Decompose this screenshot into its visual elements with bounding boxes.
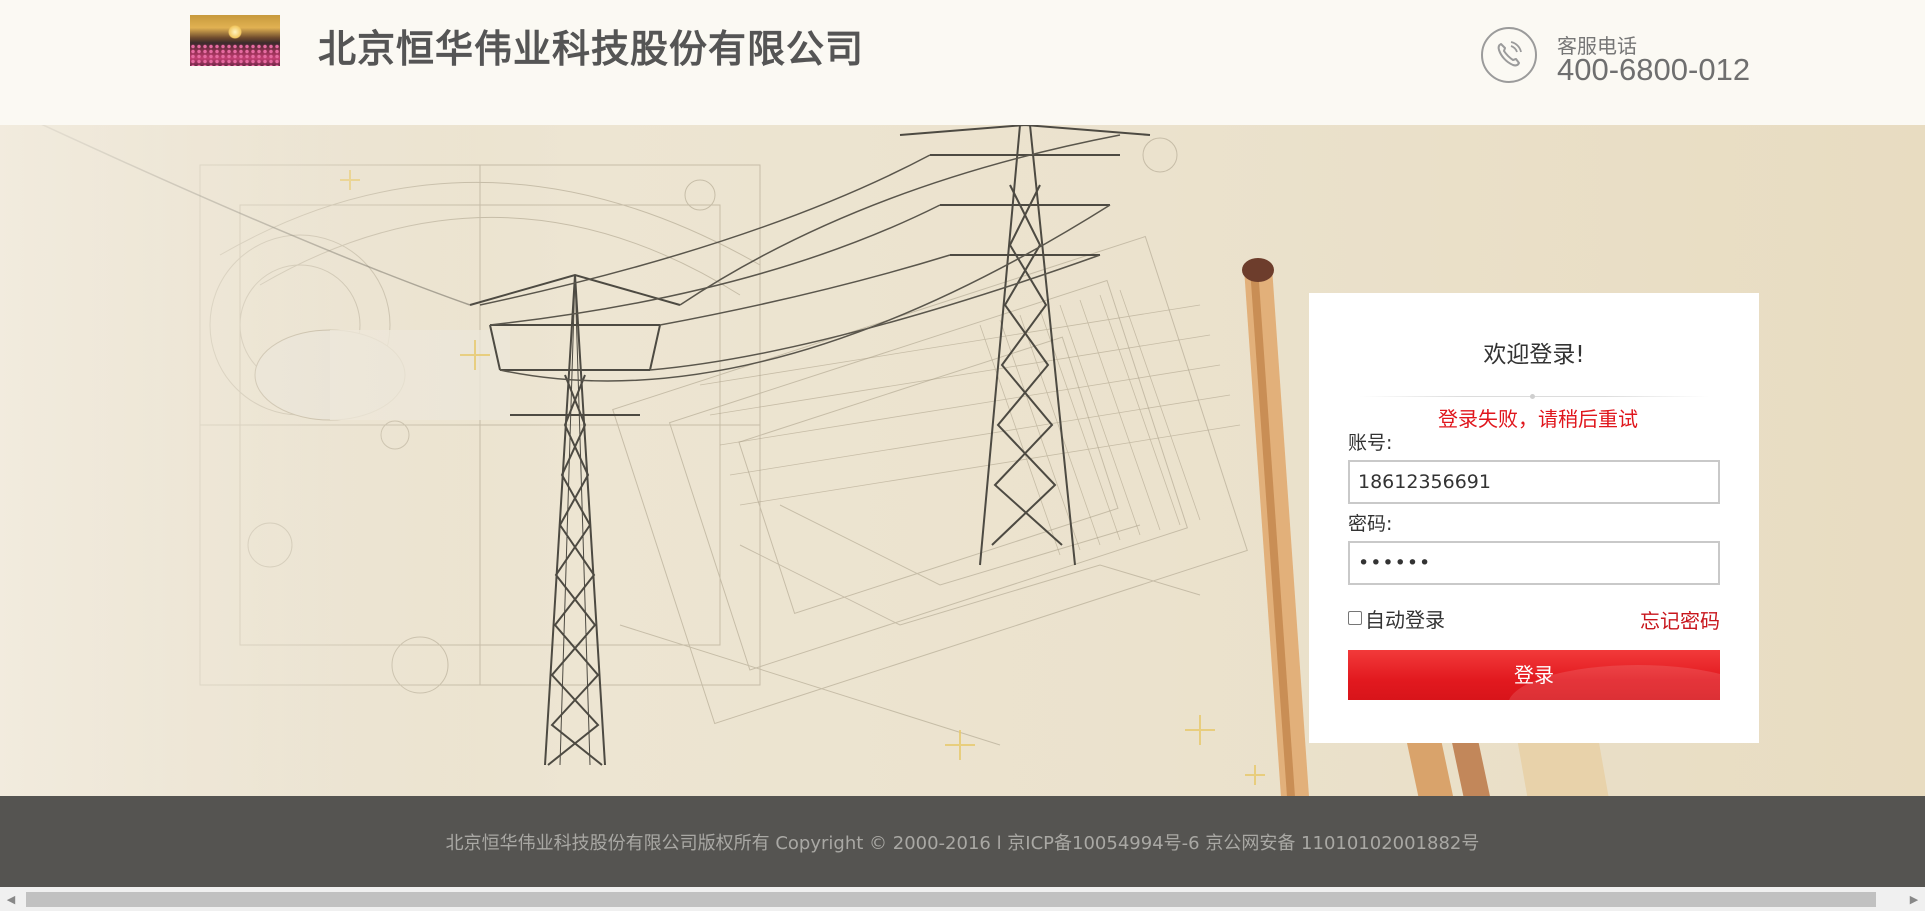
horizontal-scrollbar[interactable]: ◀ ▶ [0,887,1925,911]
scrollbar-thumb[interactable] [26,892,1876,907]
login-card: 欢迎登录! 登录失败，请稍后重试 账号: 18612356691 密码: •••… [1309,293,1759,743]
site-header: 北京恒华伟业科技股份有限公司 客服电话 400-6800-012 [0,0,1925,125]
service-phone: 400-6800-012 [1557,52,1751,87]
remember-me[interactable]: 自动登录 [1348,605,1445,632]
scroll-right-icon[interactable]: ▶ [1903,887,1925,911]
password-input[interactable]: •••••• [1348,541,1720,585]
password-label: 密码: [1348,513,1393,535]
login-title: 欢迎登录! [1483,342,1585,368]
divider-dot [1530,394,1535,399]
account-input[interactable]: 18612356691 [1348,460,1720,504]
company-logo[interactable] [190,15,280,66]
forgot-password-link[interactable]: 忘记密码 [1640,605,1720,634]
copyright-text: 北京恒华伟业科技股份有限公司版权所有 Copyright © 2000-2016… [445,833,1480,854]
account-label: 账号: [1348,432,1393,454]
login-button-label: 登录 [1514,663,1554,687]
scroll-left-icon[interactable]: ◀ [0,887,22,911]
account-value: 18612356691 [1358,471,1491,493]
login-button[interactable]: 登录 [1348,650,1720,700]
phone-icon [1481,27,1537,83]
hero-banner: 欢迎登录! 登录失败，请稍后重试 账号: 18612356691 密码: •••… [0,125,1925,796]
site-footer: 北京恒华伟业科技股份有限公司版权所有 Copyright © 2000-2016… [0,796,1925,887]
password-value: •••••• [1358,552,1432,574]
remember-checkbox[interactable] [1348,611,1362,625]
company-name: 北京恒华伟业科技股份有限公司 [318,27,865,71]
remember-label: 自动登录 [1365,607,1445,632]
